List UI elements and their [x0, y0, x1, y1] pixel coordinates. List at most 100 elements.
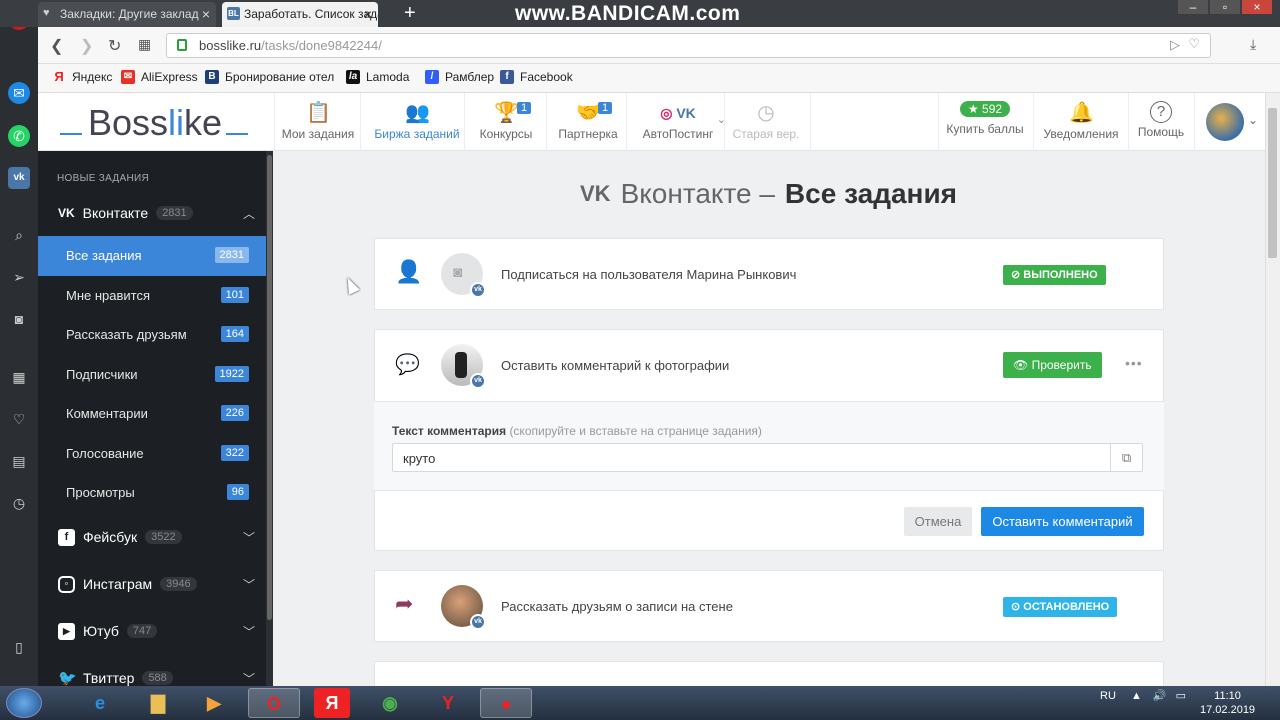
task-avatar[interactable]: vk — [441, 344, 486, 389]
url-input[interactable]: bosslike.ru/tasks/done9842244/ ▷ ♡ — [166, 33, 1211, 58]
chevron-down-icon: ﹀ — [243, 578, 256, 592]
search-icon[interactable]: ⌕ — [8, 224, 30, 246]
help-button[interactable]: ? Помощь — [1130, 93, 1192, 151]
tab-active[interactable]: BL Заработать. Список задан × — [222, 2, 378, 27]
user-icon: 👤 — [395, 259, 423, 284]
bookmark-facebook[interactable]: f Facebook — [500, 70, 573, 84]
forward-icon[interactable]: ❯ — [80, 36, 93, 56]
bandicam-icon[interactable]: ● — [480, 688, 532, 718]
star-icon: ★ — [967, 102, 979, 116]
back-icon[interactable]: ❮ — [50, 36, 63, 56]
sidebar-toggle-icon[interactable]: ▯ — [8, 636, 30, 658]
yandex-browser-icon[interactable]: Y — [422, 688, 474, 718]
messenger-icon[interactable]: ✉ — [8, 82, 30, 104]
start-button[interactable] — [6, 688, 42, 718]
camera-icon: ◙ — [453, 264, 463, 281]
menu-section-youtube[interactable]: ▶ Ютуб 747 ﹀ — [58, 619, 255, 643]
bookmark-booking[interactable]: B Бронирование отел — [205, 70, 334, 84]
ie-icon[interactable]: e — [74, 688, 126, 718]
menu-item-share[interactable]: Рассказать друзьям 164 — [38, 315, 267, 355]
task-avatar[interactable]: vk — [441, 585, 486, 630]
user-avatar[interactable] — [1206, 103, 1244, 141]
task-text[interactable]: Оставить комментарий к фотографии — [501, 358, 729, 373]
task-avatar[interactable]: ◙ vk — [441, 253, 486, 298]
menu-section-vk[interactable]: VK Вконтакте 2831 ︿ — [58, 201, 255, 225]
nav-autoposting[interactable]: ◎ VK АвтоПостинг ⌄ — [628, 93, 728, 151]
chevron-up-icon[interactable]: ▲ — [1131, 690, 1142, 702]
send-icon[interactable]: ▷ — [1170, 37, 1180, 53]
task-text[interactable]: Подписаться на пользователя Марина Рынко… — [501, 267, 796, 282]
vk-badge-icon: vk — [470, 614, 486, 630]
history-icon[interactable]: ◷ — [8, 492, 30, 514]
close-window-button[interactable]: × — [1242, 0, 1272, 14]
volume-icon[interactable]: 🔊 — [1153, 690, 1167, 702]
bosslike-logo[interactable]: Bosslike — [60, 102, 248, 144]
download-icon[interactable]: ⤓ — [1250, 36, 1256, 53]
comment-text-field[interactable]: круто — [392, 443, 1112, 472]
tabs-grid-icon[interactable]: ▦ — [138, 36, 151, 53]
left-menu-scroll-thumb[interactable] — [267, 155, 272, 620]
news-icon[interactable]: ▤ — [8, 450, 30, 472]
whatsapp-icon[interactable]: ✆ — [8, 125, 30, 147]
more-options-icon[interactable]: ••• — [1125, 355, 1143, 371]
heart-icon[interactable]: ♡ — [8, 408, 30, 430]
bookmark-aliexpress[interactable]: ✉ AliExpress — [121, 70, 198, 84]
bookmark-yandex[interactable]: Я Яндекс — [52, 70, 112, 85]
send-icon[interactable]: ➢ — [8, 266, 30, 288]
trophy-icon: 🏆 — [494, 102, 519, 124]
speed-dial-icon[interactable]: ▦ — [8, 366, 30, 388]
heart-icon[interactable]: ♡ — [1188, 36, 1200, 52]
bookmark-rambler[interactable]: / Рамблер — [425, 70, 494, 84]
camera-icon[interactable]: ◙ — [8, 308, 30, 330]
menu-item-voting[interactable]: Голосование 322 — [38, 434, 267, 474]
status-badge: ⊙ ОСТАНОВЛЕНО — [1003, 597, 1118, 617]
cancel-button[interactable]: Отмена — [904, 507, 972, 536]
language-indicator[interactable]: RU — [1100, 690, 1116, 702]
check-button[interactable]: 👁 Проверить — [1003, 352, 1102, 378]
nav-old-version[interactable]: ◷ Старая вер. — [728, 93, 804, 151]
menu-section-facebook[interactable]: f Фейсбук 3522 ﹀ — [58, 525, 255, 549]
yandex-icon[interactable]: Я — [314, 688, 350, 718]
submit-comment-button[interactable]: Оставить комментарий — [981, 507, 1144, 536]
menu-section-twitter[interactable]: 🐦 Твиттер 588 ﹀ — [58, 666, 255, 687]
explorer-icon[interactable]: ▇ — [132, 688, 184, 718]
close-icon[interactable]: × — [202, 6, 210, 22]
copy-icon[interactable]: ⧉ — [1110, 443, 1143, 472]
minimize-button[interactable]: – — [1178, 0, 1208, 14]
windows-taskbar: e ▇ ▶ O Я ◉ Y ● RU ▲ 🔊 ▭ 11:10 17.02.201… — [0, 686, 1280, 720]
lamoda-icon: la — [346, 70, 360, 84]
clock[interactable]: 11:10 17.02.2019 — [1200, 689, 1255, 717]
menu-item-views[interactable]: Просмотры 96 — [38, 473, 267, 513]
menu-item-comments[interactable]: Комментарии 226 — [38, 394, 267, 434]
opera-taskbar-icon[interactable]: O — [248, 688, 300, 718]
nav-my-tasks[interactable]: 📋 Мои задания — [278, 93, 358, 151]
instagram-icon: ◦ — [58, 575, 75, 593]
task-text[interactable]: Рассказать друзьям о записи на стене — [501, 599, 733, 614]
vk-badge-icon: vk — [470, 373, 486, 389]
task-card: 👤 ◙ vk Подписаться на пользователя Марин… — [374, 238, 1164, 310]
network-icon[interactable]: ▭ — [1176, 690, 1186, 702]
notifications-button[interactable]: 🔔 Уведомления — [1036, 93, 1126, 151]
media-player-icon[interactable]: ▶ — [188, 688, 240, 718]
reload-icon[interactable]: ↻ — [108, 36, 121, 56]
mouse-cursor — [342, 275, 360, 295]
menu-section-instagram[interactable]: ◦ Инстаграм 3946 ﹀ — [58, 572, 255, 596]
nav-partners[interactable]: 🤝 Партнерка 1 — [548, 93, 628, 151]
pause-circle-icon: ⊙ — [1011, 601, 1021, 613]
menu-item-likes[interactable]: Мне нравится 101 — [38, 276, 267, 316]
chevron-down-icon: ﹀ — [243, 625, 256, 639]
chrome-icon[interactable]: ◉ — [364, 688, 416, 718]
close-icon[interactable]: × — [364, 6, 372, 22]
nav-contests[interactable]: 🏆 Конкурсы 1 — [466, 93, 546, 151]
bookmark-lamoda[interactable]: la Lamoda — [346, 70, 409, 84]
tab-bookmarks[interactable]: ♥ Закладки: Другие заклад × — [38, 2, 216, 27]
menu-item-all-tasks[interactable]: Все задания 2831 — [38, 236, 267, 276]
page-scroll-thumb[interactable] — [1268, 108, 1277, 258]
menu-item-subscribers[interactable]: Подписчики 1922 — [38, 355, 267, 395]
vk-icon[interactable]: vk — [8, 167, 30, 189]
maximize-button[interactable]: ▫ — [1210, 0, 1240, 14]
chevron-down-icon[interactable]: ⌄ — [1248, 113, 1258, 127]
buy-points-button[interactable]: ★ 592 Купить баллы — [940, 93, 1030, 151]
new-tab-button[interactable]: + — [404, 2, 416, 25]
nav-task-exchange[interactable]: 👥 Биржа заданий — [362, 93, 472, 151]
